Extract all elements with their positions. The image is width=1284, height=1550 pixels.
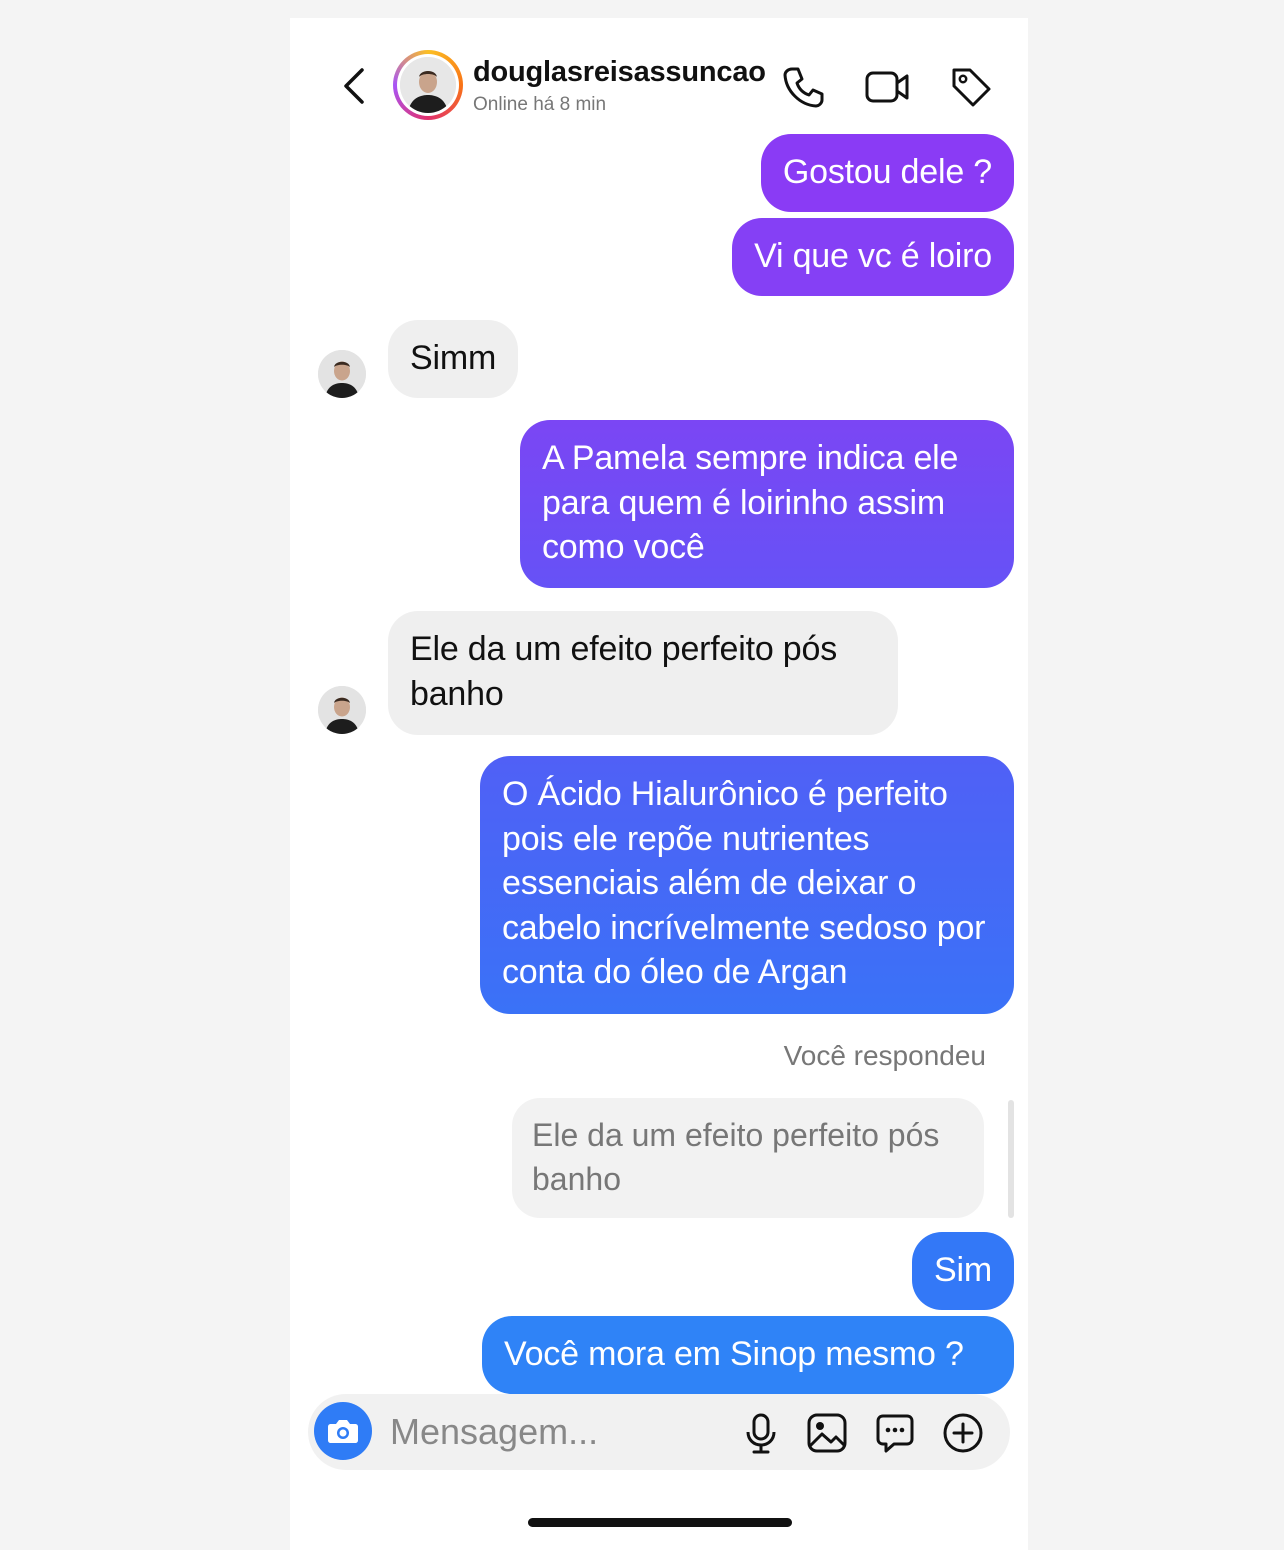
message-incoming[interactable]: Ele da um efeito perfeito pós banho <box>388 611 898 735</box>
tag-icon[interactable] <box>948 64 994 110</box>
message-outgoing[interactable]: A Pamela sempre indica ele para quem é l… <box>520 420 1014 588</box>
sticker-icon[interactable] <box>874 1412 916 1454</box>
back-chevron-icon[interactable] <box>338 66 372 106</box>
reply-label: Você respondeu <box>783 1040 986 1071</box>
message-outgoing[interactable]: Vi que vc é loiro <box>732 218 1014 296</box>
message-outgoing[interactable]: Gostou dele ? <box>760 134 1014 212</box>
message-incoming[interactable]: Simm <box>388 320 519 398</box>
online-status: Online há 8 min <box>473 94 607 115</box>
plus-icon[interactable] <box>942 1412 984 1454</box>
gallery-icon[interactable] <box>806 1412 848 1454</box>
message-input[interactable] <box>388 1408 722 1456</box>
sender-avatar <box>318 350 366 398</box>
chat-username[interactable]: douglasreisassuncao <box>473 56 766 89</box>
phone-icon[interactable] <box>780 64 826 110</box>
quote-indicator <box>1008 1100 1014 1218</box>
microphone-icon[interactable] <box>740 1412 782 1454</box>
message-outgoing[interactable]: Sim <box>912 1232 1014 1310</box>
message-outgoing[interactable]: Você mora em Sinop mesmo ? <box>482 1316 1014 1394</box>
camera-icon <box>328 1420 358 1443</box>
quoted-message[interactable]: Ele da um efeito perfeito pós banho <box>512 1098 984 1218</box>
camera-button[interactable] <box>314 1402 372 1460</box>
video-icon[interactable] <box>864 64 910 110</box>
sender-avatar <box>318 686 366 734</box>
message-composer <box>308 1394 1010 1470</box>
home-indicator[interactable] <box>528 1518 792 1527</box>
chat-screen: douglasreisassuncao Online há 8 min Gost… <box>290 18 1028 1550</box>
message-outgoing[interactable]: O Ácido Hialurônico é perfeito pois ele … <box>480 756 1014 1014</box>
avatar[interactable] <box>393 50 463 120</box>
